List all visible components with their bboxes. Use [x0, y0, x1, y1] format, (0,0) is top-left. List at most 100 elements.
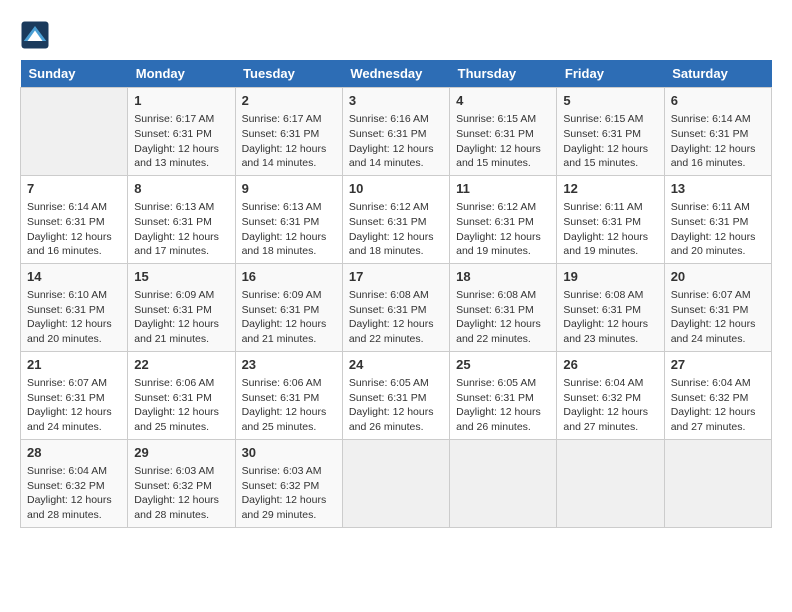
calendar-week-5: 28 Sunrise: 6:04 AM Sunset: 6:32 PM Dayligh… — [21, 439, 772, 527]
day-number: 8 — [134, 180, 228, 198]
sunrise-text: Sunrise: 6:04 AM — [27, 464, 121, 479]
sunset-text: Sunset: 6:32 PM — [134, 479, 228, 494]
calendar-cell: 13Sunrise: 6:11 AMSunset: 6:31 PMDayligh… — [664, 175, 771, 263]
sunrise-text: Sunrise: 6:04 AM — [671, 376, 765, 391]
calendar-cell: 4Sunrise: 6:15 AMSunset: 6:31 PMDaylight… — [450, 88, 557, 176]
daylight-text: Daylight: 12 hours and 20 minutes. — [671, 230, 765, 259]
day-number: 5 — [563, 92, 657, 110]
weekday-header-monday: Monday — [128, 60, 235, 88]
calendar-cell: 26Sunrise: 6:04 AMSunset: 6:32 PMDayligh… — [557, 351, 664, 439]
calendar-cell: 14Sunrise: 6:10 AMSunset: 6:31 PMDayligh… — [21, 263, 128, 351]
sunset-text: Sunset: 6:31 PM — [27, 391, 121, 406]
sunset-text: Sunset: 6:31 PM — [242, 127, 336, 142]
page-header — [20, 20, 772, 50]
sunrise-text: Sunrise: 6:05 AM — [456, 376, 550, 391]
calendar-cell: 24Sunrise: 6:05 AMSunset: 6:31 PMDayligh… — [342, 351, 449, 439]
daylight-text: Daylight: 12 hours and 18 minutes. — [349, 230, 443, 259]
sunset-text: Sunset: 6:31 PM — [27, 215, 121, 230]
sunrise-text: Sunrise: 6:06 AM — [242, 376, 336, 391]
sunset-text: Sunset: 6:31 PM — [671, 303, 765, 318]
sunset-text: Sunset: 6:32 PM — [242, 479, 336, 494]
day-number: 12 — [563, 180, 657, 198]
weekday-header-sunday: Sunday — [21, 60, 128, 88]
daylight-text: Daylight: 12 hours and 24 minutes. — [671, 317, 765, 346]
calendar-cell: 20Sunrise: 6:07 AMSunset: 6:31 PMDayligh… — [664, 263, 771, 351]
daylight-text: Daylight: 12 hours and 28 minutes. — [27, 493, 121, 522]
calendar-cell: 11 Sunrise: 6:12 AMSunset: 6:31 PMDayligh… — [450, 175, 557, 263]
sunset-text: Sunset: 6:31 PM — [671, 127, 765, 142]
calendar-cell: 10Sunrise: 6:12 AMSunset: 6:31 PMDayligh… — [342, 175, 449, 263]
daylight-text: Daylight: 12 hours and 14 minutes. — [242, 142, 336, 171]
calendar-cell: 23Sunrise: 6:06 AMSunset: 6:31 PMDayligh… — [235, 351, 342, 439]
sunrise-text: Sunrise: 6:07 AM — [27, 376, 121, 391]
sunset-text: Sunset: 6:32 PM — [671, 391, 765, 406]
calendar-cell — [450, 439, 557, 527]
calendar-cell: 12Sunrise: 6:11 AMSunset: 6:31 PMDayligh… — [557, 175, 664, 263]
day-number: 29 — [134, 444, 228, 462]
sunrise-text: Sunrise: 6:03 AM — [134, 464, 228, 479]
sunrise-text: Sunrise: 6:17 AM — [242, 112, 336, 127]
weekday-header-tuesday: Tuesday — [235, 60, 342, 88]
calendar-cell — [664, 439, 771, 527]
sunrise-text: Sunrise: 6:12 AM — [456, 200, 550, 215]
day-number: 15 — [134, 268, 228, 286]
calendar-cell: 1Sunrise: 6:17 AMSunset: 6:31 PMDaylight… — [128, 88, 235, 176]
calendar-cell: 21Sunrise: 6:07 AMSunset: 6:31 PMDayligh… — [21, 351, 128, 439]
weekday-header-friday: Friday — [557, 60, 664, 88]
sunrise-text: Sunrise: 6:07 AM — [671, 288, 765, 303]
day-number: 2 — [242, 92, 336, 110]
day-number: 11 — [456, 180, 550, 198]
sunset-text: Sunset: 6:31 PM — [456, 391, 550, 406]
sunrise-text: Sunrise: 6:03 AM — [242, 464, 336, 479]
daylight-text: Daylight: 12 hours and 19 minutes. — [456, 230, 550, 259]
sunrise-text: Sunrise: 6:14 AM — [671, 112, 765, 127]
day-number: 14 — [27, 268, 121, 286]
calendar-cell: 3Sunrise: 6:16 AMSunset: 6:31 PMDaylight… — [342, 88, 449, 176]
sunrise-text: Sunrise: 6:12 AM — [349, 200, 443, 215]
daylight-text: Daylight: 12 hours and 21 minutes. — [242, 317, 336, 346]
calendar-week-3: 14Sunrise: 6:10 AMSunset: 6:31 PMDayligh… — [21, 263, 772, 351]
day-number: 23 — [242, 356, 336, 374]
calendar-cell: 18Sunrise: 6:08 AMSunset: 6:31 PMDayligh… — [450, 263, 557, 351]
sunrise-text: Sunrise: 6:09 AM — [134, 288, 228, 303]
sunrise-text: Sunrise: 6:05 AM — [349, 376, 443, 391]
day-number: 6 — [671, 92, 765, 110]
sunset-text: Sunset: 6:31 PM — [563, 215, 657, 230]
calendar-cell — [342, 439, 449, 527]
weekday-header-wednesday: Wednesday — [342, 60, 449, 88]
sunrise-text: Sunrise: 6:17 AM — [134, 112, 228, 127]
calendar-cell: 7Sunrise: 6:14 AMSunset: 6:31 PMDaylight… — [21, 175, 128, 263]
sunset-text: Sunset: 6:31 PM — [349, 303, 443, 318]
day-number: 7 — [27, 180, 121, 198]
calendar-cell — [557, 439, 664, 527]
calendar-cell: 6Sunrise: 6:14 AMSunset: 6:31 PMDaylight… — [664, 88, 771, 176]
sunset-text: Sunset: 6:31 PM — [134, 215, 228, 230]
calendar-week-1: 1Sunrise: 6:17 AMSunset: 6:31 PMDaylight… — [21, 88, 772, 176]
day-number: 16 — [242, 268, 336, 286]
calendar-cell: 30Sunrise: 6:03 AMSunset: 6:32 PMDayligh… — [235, 439, 342, 527]
sunset-text: Sunset: 6:31 PM — [456, 215, 550, 230]
sunset-text: Sunset: 6:31 PM — [27, 303, 121, 318]
sunset-text: Sunset: 6:32 PM — [563, 391, 657, 406]
sunset-text: Sunset: 6:31 PM — [563, 127, 657, 142]
daylight-text: Daylight: 12 hours and 20 minutes. — [27, 317, 121, 346]
daylight-text: Daylight: 12 hours and 26 minutes. — [349, 405, 443, 434]
sunset-text: Sunset: 6:31 PM — [456, 127, 550, 142]
daylight-text: Daylight: 12 hours and 19 minutes. — [563, 230, 657, 259]
calendar-cell: 2 Sunrise: 6:17 AMSunset: 6:31 PMDaylight… — [235, 88, 342, 176]
daylight-text: Daylight: 12 hours and 15 minutes. — [563, 142, 657, 171]
sunset-text: Sunset: 6:31 PM — [134, 391, 228, 406]
day-number: 1 — [134, 92, 228, 110]
sunrise-text: Sunrise: 6:13 AM — [242, 200, 336, 215]
calendar-cell: 27Sunrise: 6:04 AMSunset: 6:32 PMDayligh… — [664, 351, 771, 439]
sunrise-text: Sunrise: 6:15 AM — [563, 112, 657, 127]
daylight-text: Daylight: 12 hours and 27 minutes. — [671, 405, 765, 434]
calendar-cell: 28Sunrise: 6:04 AMSunset: 6:32 PMDayligh… — [21, 439, 128, 527]
daylight-text: Daylight: 12 hours and 15 minutes. — [456, 142, 550, 171]
day-number: 28 — [27, 444, 121, 462]
calendar-cell: 22Sunrise: 6:06 AMSunset: 6:31 PMDayligh… — [128, 351, 235, 439]
daylight-text: Daylight: 12 hours and 18 minutes. — [242, 230, 336, 259]
sunrise-text: Sunrise: 6:08 AM — [456, 288, 550, 303]
sunset-text: Sunset: 6:31 PM — [671, 215, 765, 230]
sunset-text: Sunset: 6:31 PM — [242, 391, 336, 406]
